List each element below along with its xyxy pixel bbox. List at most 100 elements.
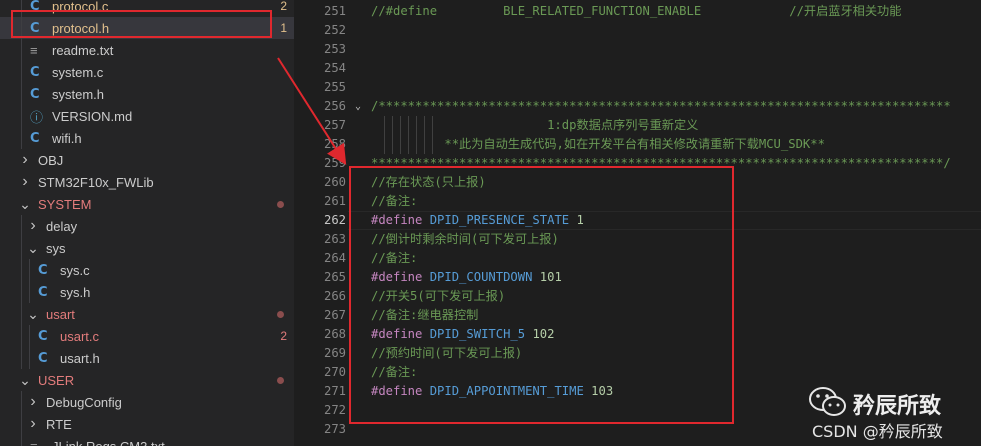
tree-item[interactable]: ≡ JLink Regs CM3.txt: [0, 435, 294, 446]
line-number: 269: [323, 346, 346, 360]
chevron-right-icon: ›: [30, 415, 36, 432]
indent-guide: [29, 281, 30, 303]
line-number: 261: [323, 194, 346, 208]
line-number: 263: [323, 232, 346, 246]
c-file-icon: C: [30, 86, 40, 102]
code-line[interactable]: 255: [300, 78, 981, 97]
indent-guide: [392, 116, 393, 154]
indent-guide: [29, 259, 30, 281]
code-line[interactable]: 253: [300, 40, 981, 59]
modified-dot-icon: [277, 311, 284, 318]
code-line[interactable]: 252: [300, 21, 981, 40]
tree-item[interactable]: Csystem.c: [0, 61, 294, 83]
chevron-down-icon: ⌄: [27, 305, 39, 322]
tree-item-label: sys.h: [60, 284, 91, 300]
tree-item[interactable]: Csys.c: [0, 259, 294, 281]
tree-item[interactable]: ⌄ usart: [0, 303, 294, 325]
chevron-down-icon: ⌄: [27, 239, 39, 256]
line-number: 258: [323, 137, 346, 151]
indent-guide: [432, 116, 433, 154]
indent-guide: [400, 116, 401, 154]
line-number: 271: [323, 384, 346, 398]
tree-item-label: system.h: [52, 86, 105, 102]
tree-item-label: JLink Regs CM3.txt: [52, 438, 165, 446]
tree-item[interactable]: Cusart.c 2: [0, 325, 294, 347]
line-number: 256: [323, 99, 346, 113]
chevron-right-icon: ›: [22, 173, 28, 190]
tree-item[interactable]: Csystem.h: [0, 83, 294, 105]
code-line[interactable]: 256 ⌄ /***********************************…: [300, 97, 981, 116]
tree-item[interactable]: ⓘ VERSION.md: [0, 105, 294, 127]
tree-item-label: STM32F10x_FWLib: [38, 174, 154, 190]
line-number: 268: [323, 327, 346, 341]
code-line[interactable]: 257 1:dp数据点序列号重新定义: [300, 116, 981, 135]
line-number: 273: [323, 422, 346, 436]
highlight-box-file: [11, 10, 272, 38]
line-number: 267: [323, 308, 346, 322]
indent-guide: [408, 116, 409, 154]
c-file-icon: C: [30, 64, 40, 80]
tree-item-label: USER: [38, 372, 75, 388]
tree-item[interactable]: ≡ readme.txt: [0, 39, 294, 61]
tree-item[interactable]: ⌄ sys: [0, 237, 294, 259]
code-token: 1:dp数据点序列号重新定义: [371, 118, 699, 132]
indent-guide: [21, 61, 22, 83]
fold-chevron-icon[interactable]: ⌄: [355, 97, 365, 116]
tree-item-label: sys: [46, 240, 66, 256]
tree-item[interactable]: ⌄ USER: [0, 369, 294, 391]
code-token: /***************************************…: [371, 99, 951, 113]
tree-item[interactable]: › DebugConfig: [0, 391, 294, 413]
line-number: 272: [323, 403, 346, 417]
indent-guide: [21, 325, 22, 347]
line-number: 262: [323, 213, 346, 227]
tree-item-label: RTE: [46, 416, 72, 432]
info-file-icon: ⓘ: [30, 109, 44, 125]
tree-item[interactable]: ⌄ SYSTEM: [0, 193, 294, 215]
indent-guide: [21, 39, 22, 61]
line-number: 257: [323, 118, 346, 132]
tree-item[interactable]: › delay: [0, 215, 294, 237]
code-line[interactable]: 251 //#define BLE_RELATED_FUNCTION_ENABLE…: [300, 2, 981, 21]
indent-guide: [21, 435, 22, 446]
code-token: //#define BLE_RELATED_FUNCTION_ENABLE //…: [371, 4, 902, 18]
tree-item-label: delay: [46, 218, 78, 234]
tree-item-label: usart.c: [60, 328, 100, 344]
line-number: 260: [323, 175, 346, 189]
c-file-icon: C: [38, 350, 48, 366]
indent-guide: [21, 237, 22, 259]
line-number: 270: [323, 365, 346, 379]
code-line[interactable]: 254: [300, 59, 981, 78]
code-text: **此为自动生成代码,如在开发平台有相关修改请重新下载MCU_SDK**: [371, 135, 825, 154]
line-number: 266: [323, 289, 346, 303]
file-explorer: Cprotocol.c 2 Cprotocol.h 1 ≡ readme.txt Csyst…: [0, 0, 294, 446]
line-number: 265: [323, 270, 346, 284]
code-text: 1:dp数据点序列号重新定义: [371, 116, 698, 135]
line-number: 255: [323, 80, 346, 94]
c-file-icon: C: [38, 328, 48, 344]
tree-item-label: wifi.h: [52, 130, 82, 146]
tree-item[interactable]: Cusart.h: [0, 347, 294, 369]
indent-guide: [21, 259, 22, 281]
tree-item[interactable]: Cwifi.h: [0, 127, 294, 149]
indent-guide: [21, 303, 22, 325]
tree-item[interactable]: › OBJ: [0, 149, 294, 171]
text-file-icon: ≡: [30, 438, 38, 446]
indent-guide: [21, 347, 22, 369]
code-line[interactable]: 258 **此为自动生成代码,如在开发平台有相关修改请重新下载MCU_SDK**: [300, 135, 981, 154]
c-file-icon: C: [38, 262, 48, 278]
line-number: 253: [323, 42, 346, 56]
problem-count-badge: 1: [280, 21, 287, 35]
tree-item[interactable]: › RTE: [0, 413, 294, 435]
chevron-right-icon: ›: [22, 151, 28, 168]
indent-guide: [384, 116, 385, 154]
indent-guide: [29, 325, 30, 347]
code-text: //#define BLE_RELATED_FUNCTION_ENABLE //…: [371, 2, 901, 21]
chevron-right-icon: ›: [30, 217, 36, 234]
c-file-icon: C: [30, 130, 40, 146]
modified-dot-icon: [277, 377, 284, 384]
tree-item[interactable]: › STM32F10x_FWLib: [0, 171, 294, 193]
indent-guide: [21, 281, 22, 303]
line-number: 264: [323, 251, 346, 265]
tree-item[interactable]: Csys.h: [0, 281, 294, 303]
text-file-icon: ≡: [30, 42, 38, 58]
